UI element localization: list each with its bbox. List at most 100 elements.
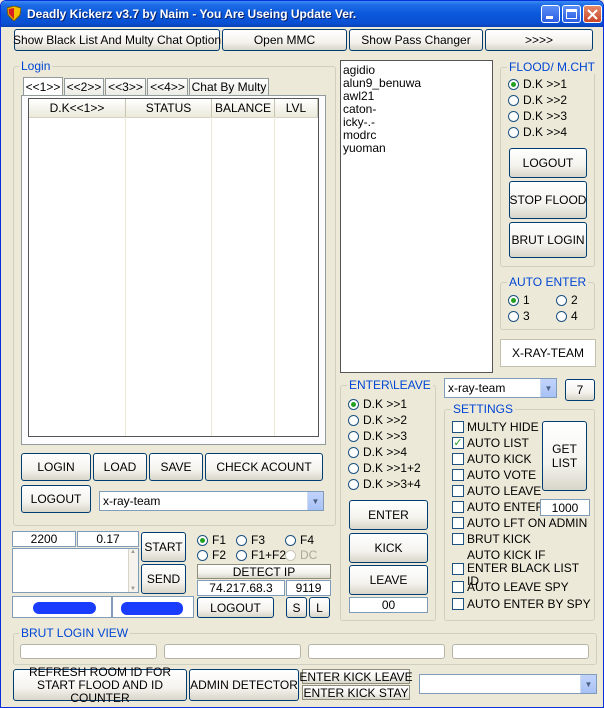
refresh-room-button[interactable]: REFRESH ROOM ID FOR START FLOOD AND ID C… [13,665,187,704]
col-status[interactable]: STATUS [126,99,212,117]
col-divider [211,117,212,436]
checkmark-icon: ✓ [452,437,464,449]
flood-option-3[interactable]: D.K >>3 [508,109,567,123]
flood-option-1[interactable]: D.K >>1 [508,77,567,91]
col-dk[interactable]: D.K<<1>> [29,99,126,117]
enter-option-3-4[interactable]: D.K >>3+4 [348,477,421,491]
auto-enter-option-2[interactable]: 2 [556,293,578,307]
tab-1[interactable]: <<1>> [23,77,63,95]
scroll-up-icon[interactable]: ▲ [130,549,136,555]
auto-enter-option-1[interactable]: 1 [508,293,530,307]
auto-enter-option-4[interactable]: 4 [556,309,578,323]
flood-option-label: D.K >>2 [523,93,568,107]
radio-icon [348,446,359,458]
f4-option[interactable]: F4 [285,533,314,547]
f3-option[interactable]: F3 [236,533,265,547]
detect-ip-button[interactable]: DETECT IP [197,564,331,579]
checkbox-icon [452,453,464,465]
l-button[interactable]: L [309,597,330,618]
setting-label: AUTO ENTER BY SPY [467,597,591,611]
col-divider [125,117,126,436]
room-count-button[interactable]: 7 [565,379,595,401]
textarea-scrollbar[interactable]: ▲ ▼ [128,549,138,592]
flood-option-2[interactable]: D.K >>2 [508,93,567,107]
minimize-button[interactable] [541,5,560,23]
setting-brut-kick[interactable]: BRUT KICK [452,532,531,546]
accounts-list[interactable]: D.K<<1>> STATUS BALANCE LVL [28,98,319,437]
col-balance[interactable]: BALANCE [212,99,275,117]
brut-login-button[interactable]: BRUT LOGIN [509,222,587,258]
scroll-down-icon[interactable]: ▼ [130,586,136,592]
enter-option-4[interactable]: D.K >>4 [348,445,407,459]
port-field[interactable]: 9119 [286,580,331,596]
check-account-button[interactable]: CHECK ACOUNT [205,453,323,481]
tab-chat-by-multy[interactable]: Chat By Multy [189,78,269,95]
bottom-combo[interactable]: ▼ [419,674,597,694]
enter-kick-stay-button[interactable]: ENTER KICK STAY [302,685,410,700]
save-button[interactable]: SAVE [149,453,203,481]
open-mmc-button[interactable]: Open MMC [222,29,347,51]
show-blacklist-button[interactable]: Show Black List And Multy Chat Option [13,29,221,51]
user-list-item[interactable]: yuoman [341,142,492,155]
kick-button[interactable]: KICK [349,533,428,563]
chevron-down-icon[interactable]: ▼ [540,379,556,397]
auto-enter-value-field[interactable]: 1000 [540,499,590,516]
flood-count-field[interactable]: 2200 [12,531,76,547]
chevron-down-icon[interactable]: ▼ [307,492,323,510]
room-combo[interactable]: x-ray-team ▼ [444,378,557,398]
more-button[interactable]: >>>> [485,29,593,51]
user-list[interactable]: agidio alun9_benuwa awl21 caton- icky-.-… [340,60,493,373]
f1-f2-option[interactable]: F1+F2 [236,548,286,562]
flood-delay-field[interactable]: 0.17 [77,531,139,547]
s-button[interactable]: S [286,597,307,618]
setting-auto-list[interactable]: ✓ AUTO LIST [452,436,529,450]
team-label: X-RAY-TEAM [500,339,596,367]
flood-message-textarea[interactable]: ▲ ▼ [12,548,139,593]
show-pass-changer-button[interactable]: Show Pass Changer [349,29,483,51]
title-bar[interactable]: Deadly Kickerz v3.7 by Naim - You Are Us… [1,1,603,27]
login-logout-button[interactable]: LOGOUT [21,485,91,513]
radio-icon [348,398,359,410]
setting-auto-enter-by-spy[interactable]: AUTO ENTER BY SPY [452,597,591,611]
tab-3[interactable]: <<3>> [105,78,146,95]
flood-option-4[interactable]: D.K >>4 [508,125,567,139]
flood-logout-small-button[interactable]: LOGOUT [197,597,274,618]
enter-kick-leave-button[interactable]: ENTER KICK LEAVE [299,669,413,684]
enter-option-3[interactable]: D.K >>3 [348,429,407,443]
maximize-button[interactable] [562,5,581,23]
chevron-down-icon[interactable]: ▼ [580,675,596,693]
flood-logout-button[interactable]: LOGOUT [509,148,587,178]
login-button[interactable]: LOGIN [21,453,91,481]
f1-option[interactable]: F1 [197,533,226,547]
app-window: Deadly Kickerz v3.7 by Naim - You Are Us… [0,0,604,708]
enter-option-1-2[interactable]: D.K >>1+2 [348,461,421,475]
setting-auto-leave[interactable]: AUTO LEAVE [452,484,541,498]
send-button[interactable]: SEND [141,564,186,594]
brut-login-view-title: BRUT LOGIN VIEW [19,626,131,640]
load-button[interactable]: LOAD [93,453,147,481]
auto-enter-option-3[interactable]: 3 [508,309,530,323]
close-button[interactable] [583,5,602,23]
f2-option[interactable]: F2 [197,548,226,562]
ip-field[interactable]: 74.217.68.3 [197,580,285,596]
enter-option-2[interactable]: D.K >>2 [348,413,407,427]
setting-auto-lft-on-admin[interactable]: AUTO LFT ON ADMIN [452,516,587,530]
enter-option-label: D.K >>1 [363,397,408,411]
admin-detector-button[interactable]: ADMIN DETECTOR [189,669,299,701]
setting-multy-hide[interactable]: MULTY HIDE [452,420,539,434]
f-option-label: F2 [212,548,227,562]
col-lvl[interactable]: LVL [275,99,318,117]
enter-button[interactable]: ENTER [349,500,428,530]
setting-auto-enter[interactable]: AUTO ENTER [452,500,544,514]
tab-4[interactable]: <<4>> [147,78,188,95]
stop-flood-button[interactable]: STOP FLOOD [509,181,587,219]
enter-option-1[interactable]: D.K >>1 [348,397,407,411]
leave-button[interactable]: LEAVE [349,565,428,595]
tab-2[interactable]: <<2>> [64,78,104,95]
setting-auto-kick[interactable]: AUTO KICK [452,452,531,466]
setting-auto-vote[interactable]: AUTO VOTE [452,468,536,482]
setting-auto-leave-spy[interactable]: AUTO LEAVE SPY [452,580,569,594]
room-select[interactable]: x-ray-team ▼ [99,491,324,511]
get-list-button[interactable]: GET LIST [542,421,587,491]
start-button[interactable]: START [141,532,186,562]
